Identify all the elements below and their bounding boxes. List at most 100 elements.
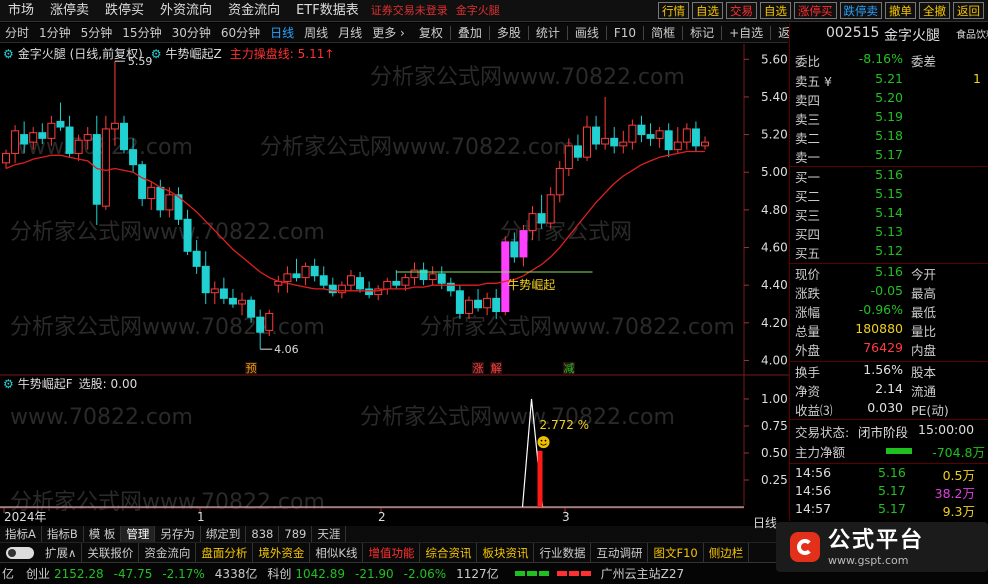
candle[interactable] [646, 123, 655, 146]
quick-button[interactable]: 撤单 [885, 2, 916, 19]
quick-button[interactable]: 返回 [953, 2, 984, 19]
buy-level[interactable]: 买三 5.14 [790, 205, 988, 224]
buy-level[interactable]: 买五 5.12 [790, 243, 988, 262]
candle[interactable] [582, 115, 591, 161]
quick-button[interactable]: 行情 [658, 2, 689, 19]
function-button[interactable]: 行业数据 [534, 542, 592, 563]
signal-marker[interactable]: 减 [563, 362, 574, 375]
candle[interactable] [501, 236, 510, 316]
index-name-chinext[interactable]: 创业 [26, 565, 50, 582]
candle[interactable] [374, 285, 383, 301]
candle[interactable] [283, 266, 292, 293]
sub-indicator-name[interactable]: 牛势崛起F [18, 375, 73, 392]
period-tab[interactable]: 15分钟 [117, 23, 166, 43]
tool-button[interactable]: 叠加 [453, 23, 487, 43]
period-tab[interactable]: 分时 [0, 23, 34, 43]
industry-tag[interactable]: 食品饮料 [956, 26, 988, 41]
candle[interactable] [446, 277, 455, 297]
candle[interactable] [147, 181, 156, 210]
signal-marker[interactable]: 预 [246, 362, 257, 375]
candle[interactable] [365, 281, 374, 299]
function-button[interactable]: 增值功能 [363, 542, 421, 563]
index-name-star[interactable]: 科创 [267, 565, 291, 582]
expand-toggle[interactable] [6, 546, 34, 559]
server-site[interactable]: 广州云主站Z27 [601, 565, 685, 582]
candle[interactable] [228, 288, 237, 308]
quick-button[interactable]: 全撤 [919, 2, 950, 19]
function-button[interactable]: 互动调研 [591, 542, 649, 563]
signal-marker[interactable]: 解 [491, 361, 502, 375]
candle[interactable] [664, 123, 673, 158]
candle[interactable] [673, 127, 682, 154]
tool-button[interactable]: 多股 [492, 23, 526, 43]
candle[interactable] [238, 292, 247, 316]
tool-button[interactable]: 简框 [646, 23, 680, 43]
candle[interactable] [301, 262, 310, 286]
quick-button[interactable]: 自选 [760, 2, 791, 19]
login-warning[interactable]: 证券交易未登录 [367, 0, 452, 22]
candle[interactable] [120, 115, 129, 154]
candle[interactable] [328, 277, 337, 297]
function-button[interactable]: 相似K线 [310, 542, 364, 563]
candle[interactable] [183, 209, 192, 256]
candle[interactable] [483, 292, 492, 316]
candle[interactable] [610, 127, 619, 154]
menu-item[interactable]: 涨停卖 [42, 0, 97, 22]
candle[interactable] [219, 277, 228, 304]
candle[interactable] [592, 115, 601, 150]
candle[interactable] [392, 270, 401, 289]
candle[interactable] [555, 160, 564, 203]
sell-level[interactable]: 卖二 5.18 [790, 128, 988, 147]
candle[interactable] [346, 270, 355, 291]
menu-item[interactable]: 跌停买 [97, 0, 152, 22]
candle[interactable] [419, 262, 428, 286]
candle[interactable] [455, 285, 464, 320]
candle[interactable] [65, 115, 74, 158]
candle[interactable] [546, 187, 555, 229]
period-tab[interactable]: 更多 › [367, 23, 410, 43]
quick-button[interactable]: 交易 [726, 2, 757, 19]
tool-button[interactable]: 复权 [414, 23, 448, 43]
function-button[interactable]: 资金流向 [139, 542, 197, 563]
function-button[interactable]: 综合资讯 [420, 542, 478, 563]
signal-marker[interactable]: 涨 [473, 362, 484, 375]
buy-level[interactable]: 买四 5.13 [790, 224, 988, 243]
candle[interactable] [691, 121, 700, 152]
candle[interactable] [682, 123, 691, 150]
menu-item[interactable]: 外资流向 [152, 0, 220, 22]
indicator-tab[interactable]: 789 [279, 526, 313, 542]
candle[interactable] [138, 160, 147, 207]
sell-level[interactable]: 卖一 5.17 [790, 147, 988, 166]
indicator-tab[interactable]: 天涯 [312, 526, 347, 542]
tool-button[interactable]: +自选 [724, 23, 768, 43]
quick-button[interactable]: 涨停买 [794, 2, 837, 19]
quick-button[interactable]: 自选 [692, 2, 723, 19]
kline-chart[interactable]: 分析家公式网www.70822.com www.70822.com 分析家公式网… [0, 44, 789, 524]
candle[interactable] [383, 277, 392, 295]
candle[interactable] [101, 115, 110, 210]
menu-item[interactable]: 市场 [0, 0, 42, 22]
indicator-tab[interactable]: 838 [246, 526, 280, 542]
period-tab[interactable]: 1分钟 [34, 23, 76, 43]
function-button[interactable]: 关联报价 [82, 542, 140, 563]
candle[interactable] [410, 262, 419, 286]
candle[interactable] [701, 136, 709, 150]
buy-level[interactable]: 买二 5.15 [790, 186, 988, 205]
candle[interactable] [274, 275, 283, 293]
function-button[interactable]: 板块资讯 [477, 542, 535, 563]
candle[interactable] [2, 149, 10, 169]
tool-button[interactable]: 标记 [685, 23, 719, 43]
candle[interactable] [292, 258, 301, 282]
candle[interactable] [201, 251, 210, 304]
quick-button[interactable]: 跌停卖 [839, 2, 882, 19]
candle[interactable] [310, 258, 319, 282]
candle[interactable] [628, 119, 637, 150]
candle[interactable] [174, 187, 183, 225]
sell-level[interactable]: 卖五 ¥ 5.21 1 [790, 71, 988, 90]
candle[interactable] [92, 115, 101, 225]
indicator-tab[interactable]: 管理 [121, 526, 156, 542]
tool-button[interactable]: F10 [609, 23, 641, 43]
indicator-tab[interactable]: 指标A [0, 526, 42, 542]
function-button[interactable]: 境外资金 [253, 542, 311, 563]
tool-button[interactable]: 统计 [531, 23, 565, 43]
